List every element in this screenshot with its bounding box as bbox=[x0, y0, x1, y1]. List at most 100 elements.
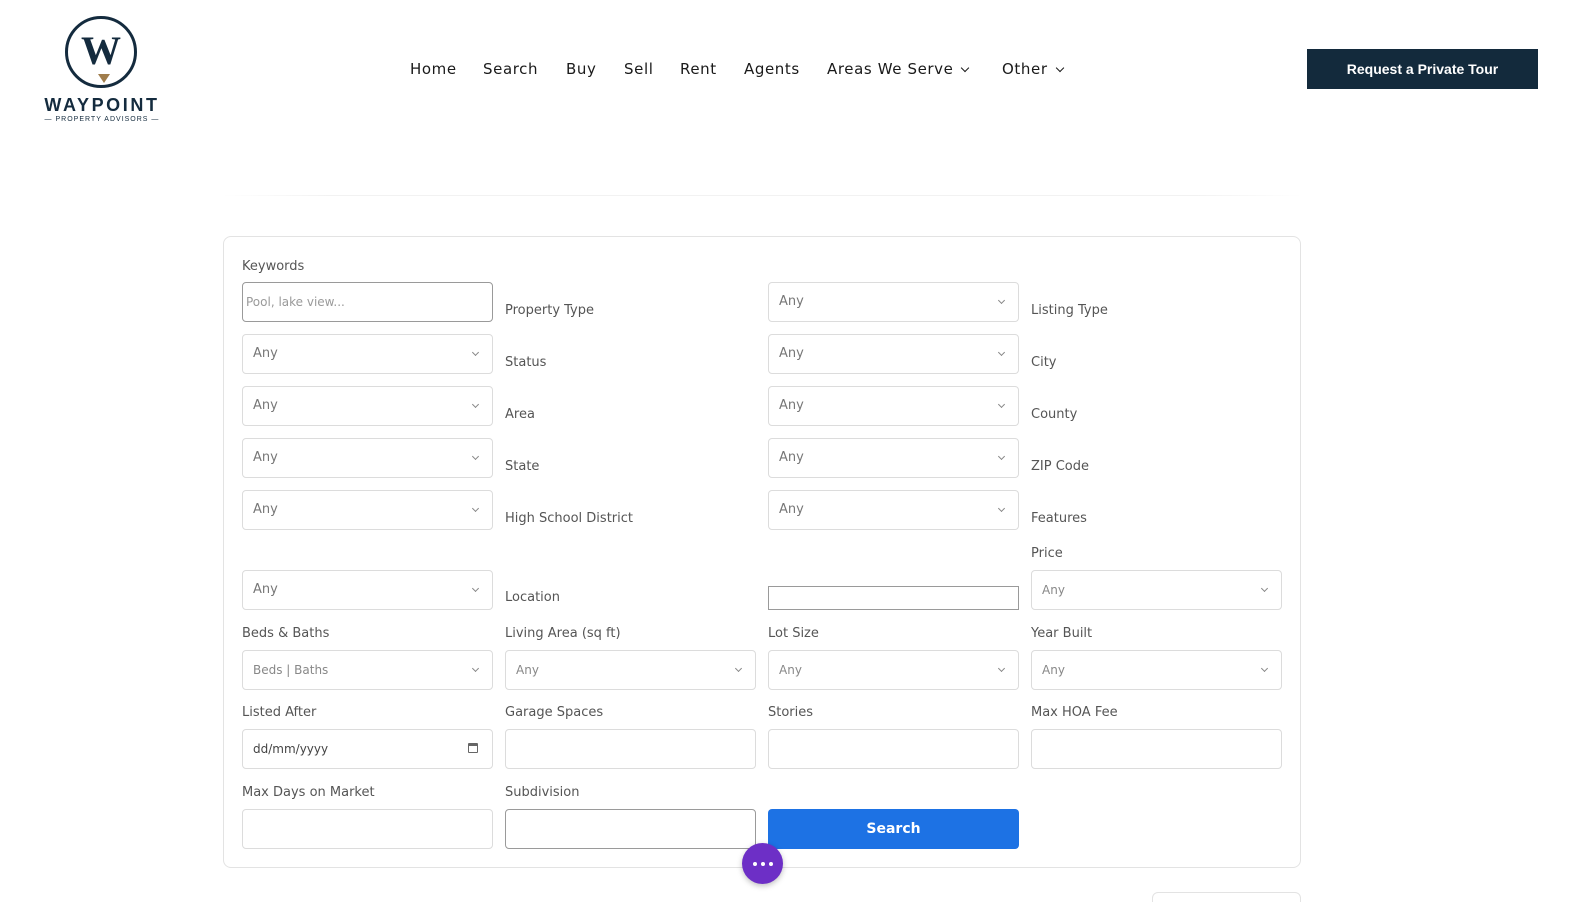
living-area-label: Living Area (sq ft) bbox=[505, 626, 621, 641]
nav-search[interactable]: Search bbox=[483, 58, 538, 80]
more-dots-icon bbox=[768, 861, 773, 866]
property-type-select[interactable]: Any bbox=[768, 282, 1019, 322]
more-options-button[interactable] bbox=[742, 843, 783, 884]
listing-type-select[interactable]: Any bbox=[242, 334, 493, 374]
chevron-down-icon bbox=[997, 400, 1006, 409]
price-value: Any bbox=[1042, 583, 1065, 597]
city-select[interactable]: Any bbox=[242, 386, 493, 426]
state-select[interactable]: Any bbox=[768, 438, 1019, 478]
listing-type-label: Listing Type bbox=[1031, 303, 1108, 318]
nav-areas-label: Areas We Serve bbox=[827, 60, 954, 78]
search-form-card bbox=[223, 236, 1301, 868]
area-select[interactable]: Any bbox=[768, 386, 1019, 426]
status-select[interactable]: Any bbox=[768, 334, 1019, 374]
lot-size-label: Lot Size bbox=[768, 626, 819, 641]
more-dots-icon bbox=[760, 861, 765, 866]
location-input[interactable] bbox=[768, 586, 1019, 610]
stories-input[interactable] bbox=[768, 729, 1019, 769]
state-value: Any bbox=[779, 450, 804, 465]
chevron-down-icon bbox=[471, 348, 480, 357]
max-days-on-market-label: Max Days on Market bbox=[242, 785, 375, 800]
nav-buy[interactable]: Buy bbox=[566, 58, 596, 80]
section-divider bbox=[222, 195, 1302, 196]
status-value: Any bbox=[779, 346, 804, 361]
chevron-down-icon bbox=[471, 452, 480, 461]
nav-agents[interactable]: Agents bbox=[744, 58, 800, 80]
subdivision-input[interactable] bbox=[505, 809, 756, 849]
property-type-label: Property Type bbox=[505, 303, 595, 318]
county-value: Any bbox=[253, 450, 278, 465]
chevron-down-icon bbox=[471, 400, 480, 409]
garage-spaces-label: Garage Spaces bbox=[505, 705, 604, 720]
nav-sell[interactable]: Sell bbox=[624, 58, 654, 80]
price-label: Price bbox=[1031, 546, 1063, 561]
keywords-label: Keywords bbox=[242, 259, 305, 274]
features-select[interactable]: Any bbox=[242, 570, 493, 610]
chevron-down-icon bbox=[734, 664, 743, 673]
beds-baths-value: Beds | Baths bbox=[253, 663, 329, 677]
property-type-value: Any bbox=[779, 294, 804, 309]
garage-spaces-input[interactable] bbox=[505, 729, 756, 769]
state-label: State bbox=[505, 459, 540, 474]
year-built-value: Any bbox=[1042, 663, 1065, 677]
chevron-down-icon bbox=[1055, 63, 1064, 73]
zip-code-value: Any bbox=[253, 502, 278, 517]
logo-wordmark: WAYPOINT bbox=[44, 95, 160, 115]
search-submit-button[interactable]: Search bbox=[768, 809, 1019, 849]
keywords-input[interactable]: Pool, lake view... bbox=[242, 282, 493, 322]
nav-rent[interactable]: Rent bbox=[680, 58, 717, 80]
status-label: Status bbox=[505, 355, 547, 370]
chevron-down-icon bbox=[1260, 664, 1269, 673]
listing-type-value: Any bbox=[253, 346, 278, 361]
subdivision-label: Subdivision bbox=[505, 785, 580, 800]
living-area-select[interactable]: Any bbox=[505, 650, 756, 690]
chevron-down-icon bbox=[997, 348, 1006, 357]
lot-size-select[interactable]: Any bbox=[768, 650, 1019, 690]
features-label: Features bbox=[1031, 511, 1087, 526]
chevron-down-icon bbox=[997, 664, 1006, 673]
calendar-icon[interactable] bbox=[468, 743, 478, 753]
beds-baths-select[interactable]: Beds | Baths bbox=[242, 650, 493, 690]
max-hoa-fee-input[interactable] bbox=[1031, 729, 1282, 769]
results-toolbar-peek bbox=[1152, 892, 1301, 902]
year-built-select[interactable]: Any bbox=[1031, 650, 1282, 690]
listed-after-date-input[interactable]: dd/mm/yyyy bbox=[242, 729, 493, 769]
chevron-down-icon bbox=[471, 664, 480, 673]
request-tour-button[interactable]: Request a Private Tour bbox=[1307, 49, 1538, 89]
nav-home[interactable]: Home bbox=[410, 58, 457, 80]
beds-baths-label: Beds & Baths bbox=[242, 626, 330, 641]
max-hoa-fee-label: Max HOA Fee bbox=[1031, 705, 1118, 720]
year-built-label: Year Built bbox=[1031, 626, 1093, 641]
chevron-down-icon bbox=[471, 504, 480, 513]
more-dots-icon bbox=[752, 861, 757, 866]
lot-size-value: Any bbox=[779, 663, 802, 677]
county-label: County bbox=[1031, 407, 1078, 422]
area-label: Area bbox=[505, 407, 535, 422]
nav-areas-we-serve[interactable]: Areas We Serve bbox=[827, 58, 970, 80]
max-days-on-market-input[interactable] bbox=[242, 809, 493, 849]
chevron-down-icon bbox=[997, 296, 1006, 305]
county-select[interactable]: Any bbox=[242, 438, 493, 478]
listed-after-label: Listed After bbox=[242, 705, 317, 720]
logo-tagline: — PROPERTY ADVISORS — bbox=[44, 116, 160, 123]
living-area-value: Any bbox=[516, 663, 539, 677]
price-select[interactable]: Any bbox=[1031, 570, 1282, 610]
area-value: Any bbox=[779, 398, 804, 413]
nav-other-label: Other bbox=[1002, 60, 1048, 78]
location-label: Location bbox=[505, 590, 560, 605]
features-value: Any bbox=[253, 582, 278, 597]
zip-code-select[interactable]: Any bbox=[242, 490, 493, 530]
chevron-down-icon bbox=[1260, 584, 1269, 593]
high-school-district-select[interactable]: Any bbox=[768, 490, 1019, 530]
stories-label: Stories bbox=[768, 705, 814, 720]
chevron-down-icon bbox=[997, 452, 1006, 461]
keywords-placeholder: Pool, lake view... bbox=[246, 295, 345, 309]
chevron-down-icon bbox=[997, 504, 1006, 513]
chevron-down-icon bbox=[471, 584, 480, 593]
chevron-down-icon bbox=[961, 63, 970, 73]
nav-other[interactable]: Other bbox=[1002, 58, 1064, 80]
listed-after-value: dd/mm/yyyy bbox=[253, 742, 329, 756]
city-label: City bbox=[1031, 355, 1057, 370]
high-school-district-label: High School District bbox=[505, 511, 633, 526]
city-value: Any bbox=[253, 398, 278, 413]
